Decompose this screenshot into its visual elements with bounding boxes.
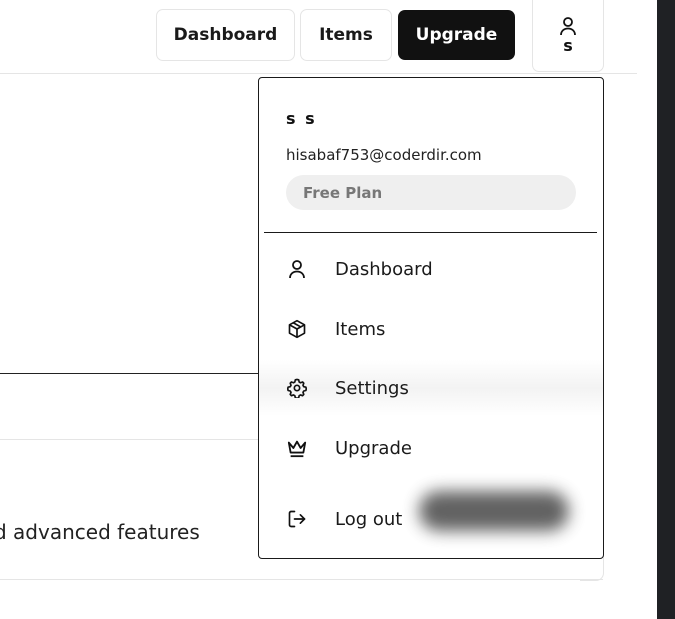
nav-dashboard-button[interactable]: Dashboard	[156, 9, 295, 61]
feature-text: d advanced features	[0, 520, 200, 544]
background-divider	[0, 439, 260, 440]
menu-item-upgrade[interactable]: Upgrade	[259, 420, 603, 476]
user-name: s s	[286, 109, 317, 128]
nav-upgrade-button[interactable]: Upgrade	[398, 10, 515, 60]
blurred-overlay	[419, 491, 569, 531]
header-divider	[0, 73, 637, 74]
background-card-border	[0, 579, 603, 580]
menu-item-dashboard[interactable]: Dashboard	[259, 241, 603, 297]
user-icon	[560, 17, 576, 36]
user-email: hisabaf753@coderdir.com	[286, 146, 482, 164]
menu-item-label: Upgrade	[335, 437, 412, 459]
menu-item-label: Log out	[335, 508, 403, 530]
user-icon	[286, 258, 308, 280]
user-menu-button[interactable]: s	[532, 0, 604, 72]
nav-items-button[interactable]: Items	[300, 9, 392, 61]
background-divider	[0, 373, 260, 374]
crown-icon	[286, 437, 308, 459]
plan-badge: Free Plan	[286, 175, 576, 210]
gear-icon	[286, 377, 308, 399]
window-edge-bar	[657, 0, 675, 619]
menu-item-items[interactable]: Items	[259, 301, 603, 357]
menu-item-settings[interactable]: Settings	[259, 360, 603, 416]
user-dropdown-menu: s s hisabaf753@coderdir.com Free Plan Da…	[258, 77, 604, 559]
box-icon	[286, 318, 308, 340]
menu-divider	[264, 232, 597, 233]
menu-item-label: Settings	[335, 377, 409, 399]
logout-icon	[286, 508, 308, 530]
menu-item-label: Dashboard	[335, 258, 433, 280]
avatar-letter: s	[563, 36, 573, 55]
menu-item-label: Items	[335, 318, 386, 340]
